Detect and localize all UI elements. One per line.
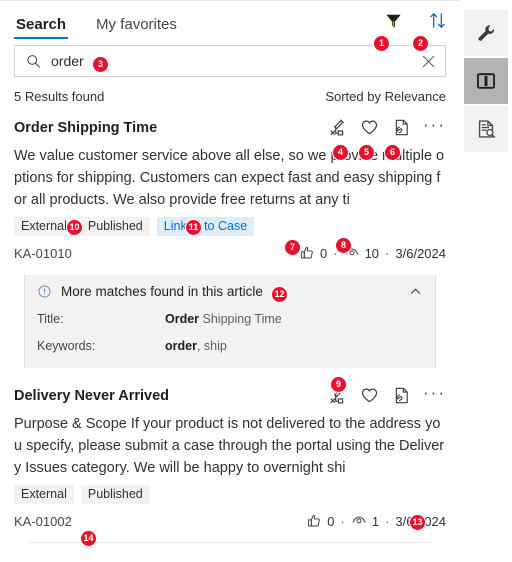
results-meta: 5 Results found Sorted by Relevance: [0, 77, 460, 108]
stat-separator: ·: [385, 513, 390, 529]
unlink-article-icon[interactable]: [327, 117, 347, 137]
rail-item-tools[interactable]: [464, 10, 508, 56]
stat-separator: ·: [340, 513, 345, 529]
match-highlight: order: [165, 339, 197, 353]
favorite-heart-icon[interactable]: [359, 385, 379, 405]
article-card: Order Shipping Time ··· We value custome…: [0, 108, 460, 368]
article-stats: 0 · 10 · 3/6/2024: [299, 245, 446, 261]
view-count: 10: [364, 245, 380, 261]
rail-item-knowledge[interactable]: [464, 58, 508, 104]
article-date: 3/6/2024: [395, 513, 446, 529]
copy-link-icon[interactable]: [391, 117, 411, 137]
tag-published: Published: [80, 217, 150, 236]
match-field-label: Keywords:: [37, 339, 96, 353]
list-divider: [28, 542, 432, 543]
tag-external: External: [14, 217, 74, 236]
like-count: 0: [320, 245, 328, 261]
views-eye-icon: [351, 513, 367, 529]
article-snippet: Purpose & Scope If your product is not d…: [14, 416, 445, 476]
right-rail: [460, 0, 512, 562]
article-title[interactable]: Order Shipping Time: [14, 116, 157, 138]
article-snippet: We value customer service above all else…: [14, 148, 445, 208]
like-count: 0: [327, 513, 335, 529]
article-header: Order Shipping Time ···: [14, 116, 446, 140]
article-actions: ···: [327, 116, 446, 137]
search-panel: Search My favorites order 5 Results foun…: [0, 0, 460, 562]
article-ka-id: KA-01010: [14, 245, 72, 261]
article-stats-row: KA-01010 0 · 10 · 3/6/2024: [14, 242, 446, 264]
article-actions: ···: [327, 384, 446, 405]
article-card: Delivery Never Arrived ··· Purpose & Sco…: [0, 368, 460, 543]
filter-icon[interactable]: [380, 7, 406, 33]
tab-strip: Search My favorites: [0, 1, 460, 39]
search-box[interactable]: order: [14, 45, 446, 77]
tab-my-favorites[interactable]: My favorites: [94, 16, 179, 39]
thumbs-up-icon[interactable]: [299, 245, 315, 261]
tag-published: Published: [80, 485, 150, 504]
more-matches-row: Keywords: order, ship: [25, 333, 435, 360]
knowledge-search-app: Search My favorites order 5 Results foun…: [0, 0, 512, 562]
more-options-icon[interactable]: ···: [423, 116, 446, 135]
close-icon[interactable]: [414, 53, 437, 70]
article-stats-row: KA-01002 0 · 1 · 3/6/2024: [14, 510, 446, 532]
copy-link-icon[interactable]: [391, 385, 411, 405]
search-icon: [25, 53, 42, 70]
favorite-heart-icon[interactable]: [359, 117, 379, 137]
search-input[interactable]: order: [51, 53, 414, 69]
sort-ascending-descending-icon[interactable]: [424, 7, 450, 33]
results-count: 5 Results found: [14, 89, 105, 104]
match-field-value: order, ship: [165, 336, 227, 356]
header-actions: [380, 7, 450, 33]
match-field-value: Order Shipping Time: [165, 309, 282, 329]
rail-item-document-search[interactable]: [464, 106, 508, 152]
view-count: 1: [371, 513, 380, 529]
article-title[interactable]: Delivery Never Arrived: [14, 384, 169, 406]
tab-search[interactable]: Search: [14, 16, 69, 39]
stat-separator: ·: [333, 245, 338, 261]
views-eye-icon: [344, 245, 360, 261]
article-tags: External Published Linked to Case: [14, 217, 446, 236]
match-rest: , ship: [196, 339, 227, 353]
sort-label[interactable]: Sorted by Relevance: [325, 89, 446, 104]
chevron-up-icon[interactable]: [408, 284, 423, 299]
more-options-icon[interactable]: ···: [423, 384, 446, 403]
more-matches-panel: More matches found in this article Title…: [24, 275, 436, 368]
article-stats: 0 · 1 · 3/6/2024: [306, 513, 446, 529]
article-date: 3/6/2024: [395, 245, 446, 261]
article-tags: External Published: [14, 485, 446, 504]
tag-linked-to-case: Linked to Case: [156, 217, 255, 236]
info-icon: [37, 284, 52, 299]
unlink-article-icon[interactable]: [327, 385, 347, 405]
article-header: Delivery Never Arrived ···: [14, 384, 446, 408]
more-matches-row: Title: Order Shipping Time: [25, 306, 435, 333]
search-area: order: [0, 39, 460, 77]
match-highlight: Order: [165, 312, 200, 326]
more-matches-header[interactable]: More matches found in this article: [25, 275, 435, 306]
match-field-label: Title:: [37, 312, 64, 326]
thumbs-up-icon[interactable]: [306, 513, 322, 529]
more-matches-title: More matches found in this article: [61, 284, 263, 299]
match-rest: Shipping Time: [199, 312, 282, 326]
article-ka-id: KA-01002: [14, 513, 72, 529]
tag-external: External: [14, 485, 74, 504]
stat-separator: ·: [385, 245, 390, 261]
